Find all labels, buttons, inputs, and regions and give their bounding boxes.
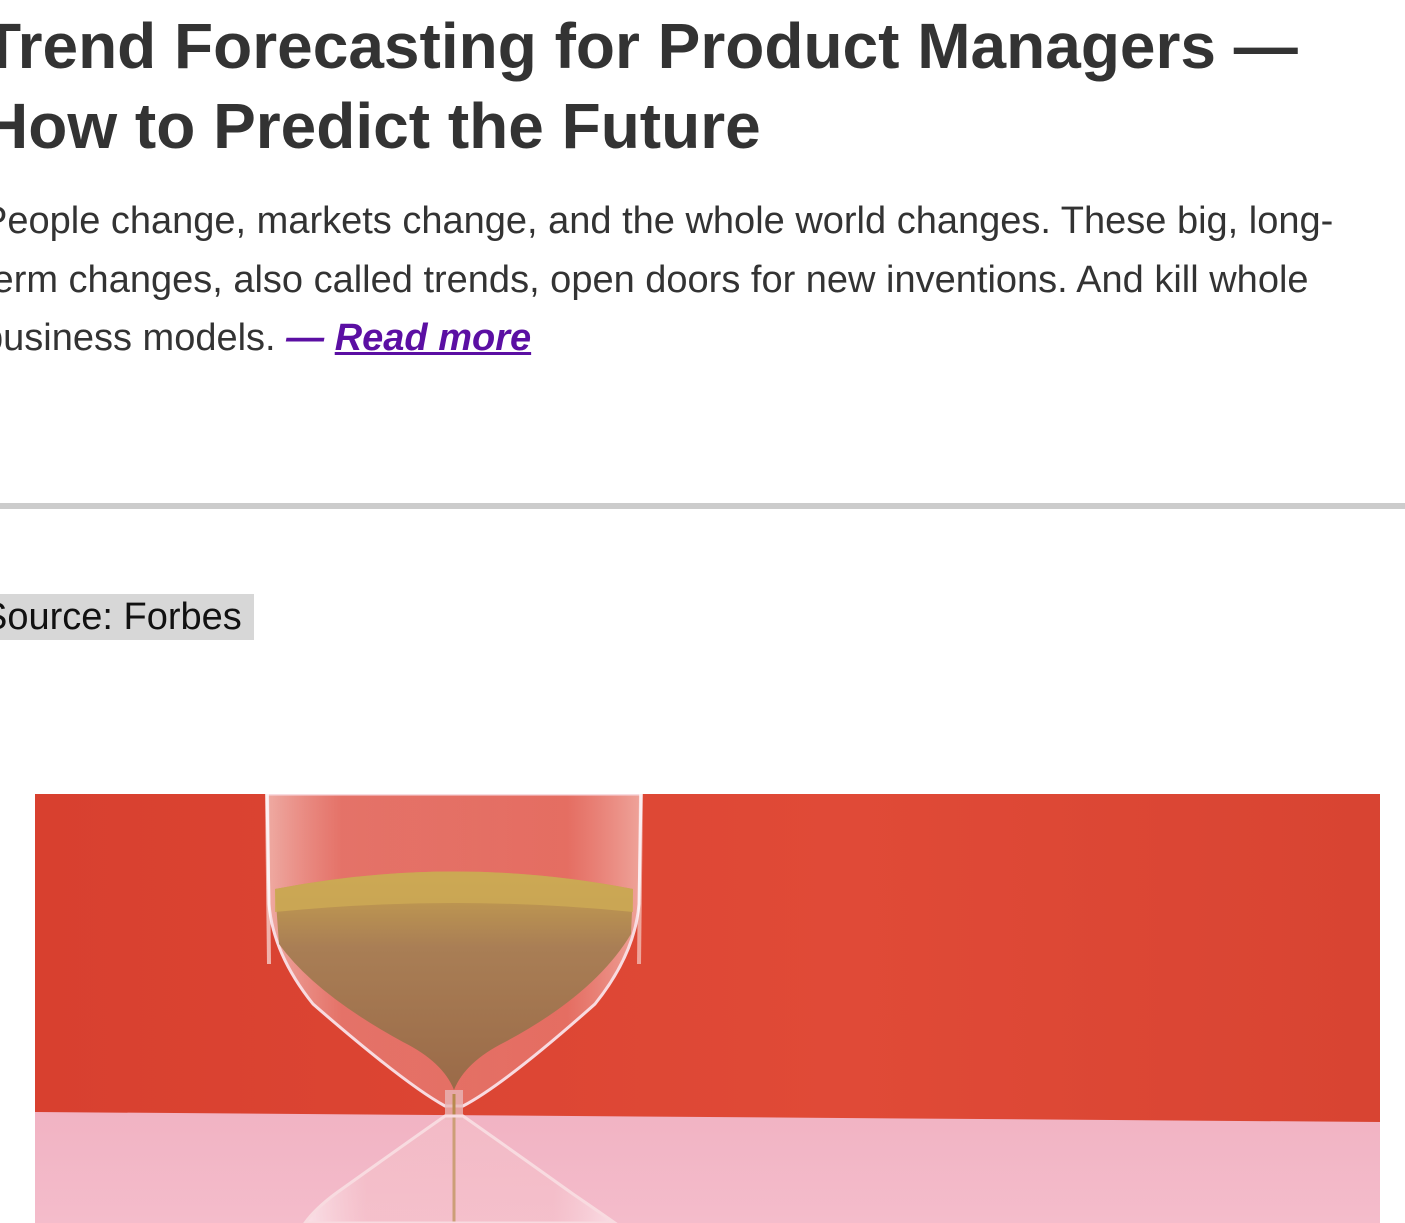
hourglass-photo	[35, 794, 1380, 1223]
floor-surface	[35, 1112, 1380, 1223]
article-page: Trend Forecasting for Product Managers —…	[0, 0, 1405, 1223]
article-title: Trend Forecasting for Product Managers —…	[0, 6, 1382, 166]
read-more-link[interactable]: Read more	[335, 317, 531, 359]
summary-line-2: term changes, also called trends, open d…	[0, 258, 1309, 301]
summary-line-3: business models. — Read more	[0, 309, 1402, 368]
article-title-line-1: Trend Forecasting for Product Managers —	[0, 10, 1298, 82]
hourglass-image	[35, 794, 1380, 1223]
wall-backdrop	[35, 794, 1380, 1124]
source-tag: Source: Forbes	[0, 594, 254, 640]
summary-line-1: People change, markets change, and the w…	[0, 200, 1334, 242]
article-title-line-2: How to Predict the Future	[0, 90, 761, 162]
section-divider	[0, 503, 1405, 509]
read-more-dash: —	[286, 317, 325, 359]
summary-line-3-text: business models.	[0, 317, 276, 359]
article-summary: People change, markets change, and the w…	[0, 192, 1402, 368]
